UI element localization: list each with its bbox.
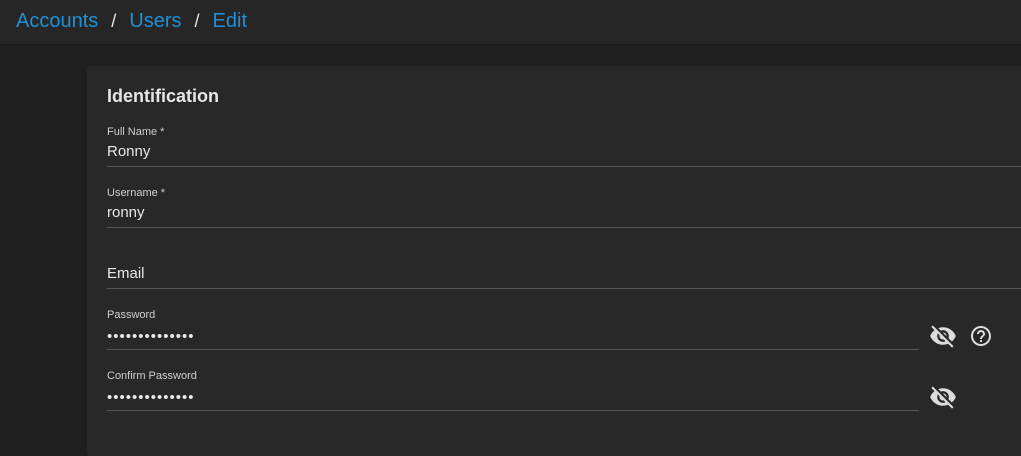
help-circle-icon[interactable] [966, 321, 996, 351]
email-input[interactable] [107, 265, 1021, 282]
confirm-password-input[interactable]: •••••••••••••• [107, 389, 919, 406]
eye-off-icon-svg [930, 386, 956, 409]
username-label: Username * [107, 187, 166, 199]
password-field[interactable]: Password •••••••••••••• [107, 309, 919, 350]
full-name-field[interactable]: Full Name * Ronny [107, 126, 1021, 167]
breadcrumb-accounts[interactable]: Accounts [16, 9, 98, 33]
username-input[interactable]: ronny [107, 204, 1021, 221]
password-input[interactable]: •••••••••••••• [107, 328, 919, 345]
breadcrumb: Accounts / Users / Edit [16, 9, 247, 33]
password-label: Password [107, 309, 156, 321]
full-name-label: Full Name * [107, 126, 165, 138]
eye-off-icon[interactable] [928, 382, 958, 412]
breadcrumb-separator: / [111, 11, 117, 31]
identification-card: Identification Full Name * Ronny Usernam… [87, 66, 1021, 456]
breadcrumb-users[interactable]: Users [129, 9, 181, 33]
section-title: Identification [107, 86, 219, 106]
top-bar: Accounts / Users / Edit [0, 0, 1021, 45]
confirm-password-field[interactable]: Confirm Password •••••••••••••• [107, 370, 919, 411]
email-field[interactable] [107, 248, 1021, 289]
help-circle-icon-svg [971, 326, 991, 346]
eye-off-icon[interactable] [928, 321, 958, 351]
breadcrumb-separator: / [194, 11, 200, 31]
full-name-input[interactable]: Ronny [107, 143, 1021, 160]
eye-off-icon-svg [930, 325, 956, 348]
breadcrumb-edit[interactable]: Edit [213, 9, 247, 33]
username-field[interactable]: Username * ronny [107, 187, 1021, 228]
confirm-password-label: Confirm Password [107, 370, 197, 382]
